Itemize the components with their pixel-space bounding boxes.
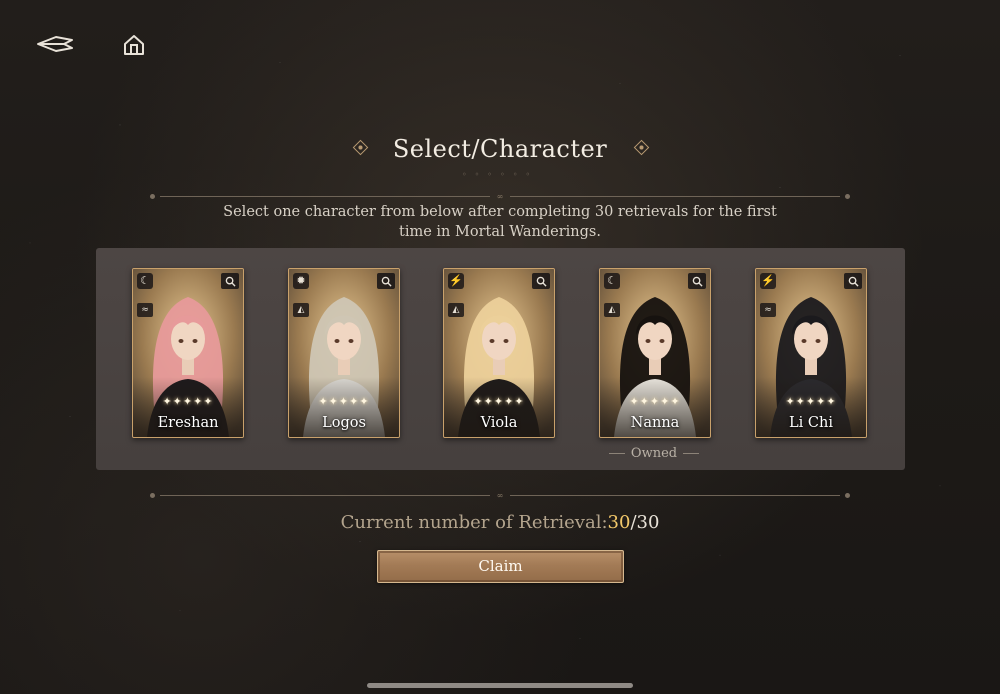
page-title: Select/Character: [392, 135, 608, 163]
instruction-text: Select one character from below after co…: [223, 204, 777, 240]
wave-icon: ≈: [137, 303, 153, 317]
magnifier-icon: [225, 276, 236, 287]
character-name: Viola: [480, 415, 518, 431]
zoom-button[interactable]: [532, 273, 550, 289]
character-name: Ereshan: [157, 415, 219, 431]
character-name: Nanna: [630, 415, 680, 431]
bolt-icon: ⚡: [760, 273, 776, 289]
sun-icon: ✹: [293, 273, 309, 289]
back-button[interactable]: [36, 34, 76, 54]
retrieval-counter: Current number of Retrieval:30/30: [0, 512, 1000, 533]
rarity-stars: ✦✦✦✦✦: [473, 395, 525, 408]
retrieval-current: 30: [607, 512, 631, 533]
top-divider: ∞: [150, 193, 850, 201]
owned-label: Owned: [599, 446, 709, 461]
home-icon: [124, 35, 144, 55]
home-indicator-bar[interactable]: [367, 683, 633, 688]
character-card-logos[interactable]: ✹ ◭ ✦✦✦✦✦ Logos: [288, 268, 400, 438]
zoom-button[interactable]: [221, 273, 239, 289]
title-container: Select/Character: [0, 132, 1000, 172]
moon-icon: ☾: [137, 273, 153, 289]
triangle-icon: ◭: [604, 303, 620, 317]
rarity-stars: ✦✦✦✦✦: [785, 395, 837, 408]
bottom-divider: ∞: [150, 492, 850, 500]
character-card-viola[interactable]: ⚡ ◭ ✦✦✦✦✦ Viola: [443, 268, 555, 438]
rarity-stars: ✦✦✦✦✦: [629, 395, 681, 408]
character-card-li-chi[interactable]: ⚡ ≈ ✦✦✦✦✦ Li Chi: [755, 268, 867, 438]
rarity-stars: ✦✦✦✦✦: [162, 395, 214, 408]
retrieval-total: /30: [630, 512, 660, 533]
rarity-stars: ✦✦✦✦✦: [318, 395, 370, 408]
triangle-icon: ◭: [448, 303, 464, 317]
zoom-button[interactable]: [377, 273, 395, 289]
character-name: Logos: [322, 415, 366, 431]
zoom-button[interactable]: [844, 273, 862, 289]
retrieval-label: Current number of Retrieval:: [340, 512, 608, 533]
magnifier-icon: [848, 276, 859, 287]
wave-icon: ≈: [760, 303, 776, 317]
claim-button[interactable]: Claim: [377, 550, 624, 583]
magnifier-icon: [381, 276, 392, 287]
triangle-icon: ◭: [293, 303, 309, 317]
character-card-ereshan[interactable]: ☾ ≈ ✦✦✦✦✦ Ereshan: [132, 268, 244, 438]
moon-icon: ☾: [604, 273, 620, 289]
character-card-nanna[interactable]: ☾ ◭ ✦✦✦✦✦ Nanna: [599, 268, 711, 438]
back-arrow-icon: [37, 36, 73, 52]
magnifier-icon: [692, 276, 703, 287]
home-button[interactable]: [122, 33, 146, 57]
bolt-icon: ⚡: [448, 273, 464, 289]
magnifier-icon: [536, 276, 547, 287]
title-underline-ornament: ◦◦◦◦◦◦: [461, 170, 539, 179]
zoom-button[interactable]: [688, 273, 706, 289]
character-name: Li Chi: [789, 415, 833, 431]
